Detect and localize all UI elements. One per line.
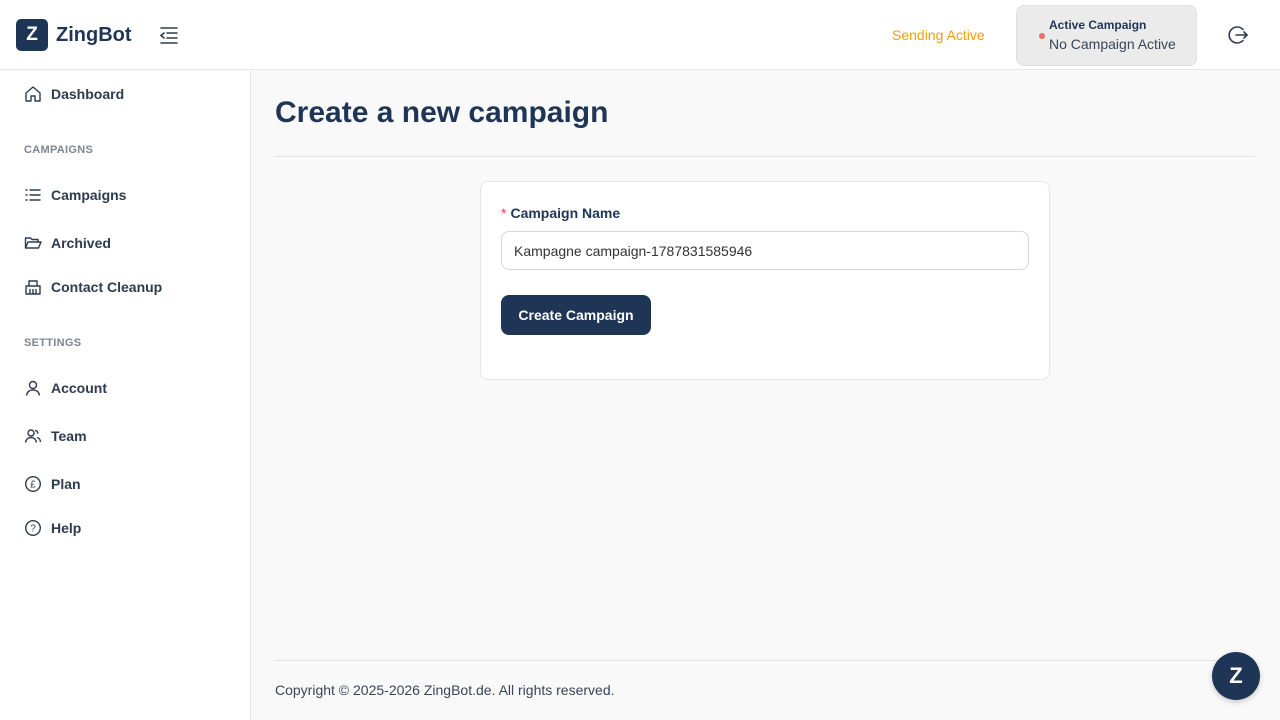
user-icon bbox=[25, 380, 41, 396]
campaign-name-label-text: Campaign Name bbox=[510, 205, 621, 221]
campaign-name-label: * Campaign Name bbox=[501, 205, 620, 221]
sidebar-item-label: Contact Cleanup bbox=[51, 279, 163, 295]
active-campaign-value: No Campaign Active bbox=[1049, 36, 1176, 52]
list-icon bbox=[25, 189, 41, 201]
sidebar-item-plan[interactable]: £ Plan bbox=[24, 473, 81, 495]
logo[interactable]: Z ZingBot bbox=[16, 19, 132, 51]
sending-status: Sending Active bbox=[892, 27, 985, 43]
divider bbox=[275, 156, 1255, 157]
logout-icon[interactable] bbox=[1226, 24, 1250, 46]
required-mark: * bbox=[501, 205, 507, 221]
page-title: Create a new campaign bbox=[275, 96, 609, 129]
sidebar-item-label: Plan bbox=[51, 476, 81, 492]
sidebar-item-contact-cleanup[interactable]: Contact Cleanup bbox=[24, 276, 162, 298]
collapse-sidebar-icon[interactable] bbox=[157, 24, 181, 46]
sidebar-item-dashboard[interactable]: Dashboard bbox=[24, 83, 124, 105]
logo-text: ZingBot bbox=[56, 23, 132, 46]
sidebar-item-team[interactable]: Team bbox=[24, 425, 87, 447]
sidebar-item-label: Dashboard bbox=[51, 86, 125, 102]
svg-text:?: ? bbox=[30, 524, 36, 535]
sidebar-item-label: Account bbox=[51, 380, 107, 396]
cleanup-icon bbox=[25, 280, 41, 295]
team-icon bbox=[24, 429, 42, 443]
chat-launcher-button[interactable]: Z bbox=[1212, 652, 1260, 700]
status-dot-icon bbox=[1039, 33, 1045, 39]
campaign-name-input[interactable] bbox=[501, 231, 1029, 270]
sidebar-item-label: Team bbox=[51, 428, 87, 444]
sidebar-item-archived[interactable]: Archived bbox=[24, 232, 111, 254]
folder-open-icon bbox=[24, 237, 42, 249]
active-campaign-title: Active Campaign bbox=[1049, 18, 1147, 32]
top-bar: Z ZingBot Sending Active Active Campaign… bbox=[0, 0, 1280, 70]
create-campaign-form: *Campaign Name Create Campaign bbox=[480, 181, 1050, 380]
sidebar-item-campaigns[interactable]: Campaigns bbox=[24, 184, 126, 206]
help-icon: ? bbox=[24, 519, 42, 537]
home-icon bbox=[25, 86, 41, 102]
create-campaign-button[interactable]: Create Campaign bbox=[501, 295, 651, 335]
sidebar-item-help[interactable]: ? Help bbox=[24, 517, 81, 539]
footer-divider bbox=[275, 660, 1255, 661]
main-content: Create a new campaign *Campaign Name Cre… bbox=[251, 71, 1280, 720]
sidebar-item-account[interactable]: Account bbox=[24, 377, 107, 399]
section-label-campaigns: CAMPAIGNS bbox=[24, 144, 94, 156]
pound-icon: £ bbox=[24, 475, 42, 493]
footer-copyright: Copyright © 2025-2026 ZingBot.de. All ri… bbox=[275, 682, 615, 698]
section-label-settings: SETTINGS bbox=[24, 337, 82, 349]
sidebar-item-label: Help bbox=[51, 520, 82, 536]
sidebar-item-label: Archived bbox=[51, 235, 111, 251]
sidebar-item-label: Campaigns bbox=[51, 187, 127, 203]
svg-text:£: £ bbox=[30, 480, 36, 491]
sidebar: Dashboard CAMPAIGNS Campaigns Archived C… bbox=[0, 71, 251, 720]
active-campaign-box[interactable]: Active Campaign No Campaign Active bbox=[1016, 5, 1197, 66]
logo-mark: Z bbox=[16, 19, 48, 51]
